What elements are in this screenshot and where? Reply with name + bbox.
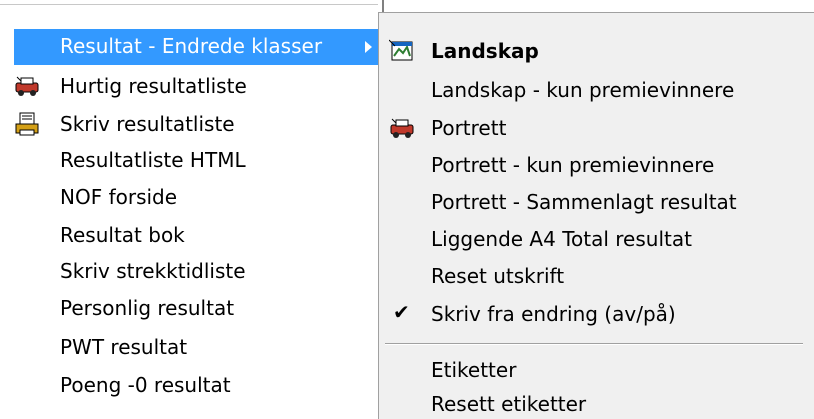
menu-item-label: NOF forside [60, 185, 178, 209]
background-edge [382, 0, 384, 12]
menu-item-skriv-strekktidliste[interactable]: Skriv strekktidliste [14, 254, 378, 290]
menu-item-resultatliste-html[interactable]: Resultatliste HTML [14, 143, 378, 179]
submenu-item-skriv-fra-endring[interactable]: ✔ Skriv fra endring (av/på) [379, 297, 813, 333]
submenu-item-etiketter[interactable]: Etiketter [379, 353, 813, 389]
submenu-item-label: Landskap [431, 39, 539, 63]
menu-item-hurtig-resultatliste[interactable]: Hurtig resultatliste [14, 69, 378, 105]
submenu-arrow-icon [365, 41, 372, 53]
menu-separator [385, 343, 803, 345]
menu-screenshot: Resultat - Endrede klasser Hurtig result… [0, 0, 814, 419]
submenu-item-label: Portrett - kun premievinnere [431, 153, 715, 177]
menu-item-label: Poeng -0 resultat [60, 373, 231, 397]
document-print-icon [14, 112, 40, 136]
submenu-item-liggende-a4-total-resultat[interactable]: Liggende A4 Total resultat [379, 222, 813, 258]
menu-item-pwt-resultat[interactable]: PWT resultat [14, 330, 378, 366]
menu-item-resultat-bok[interactable]: Resultat bok [14, 218, 378, 254]
landscape-print-icon [388, 39, 415, 63]
menu-item-label: Skriv strekktidliste [60, 259, 246, 283]
menu-item-skriv-resultatliste[interactable]: Skriv resultatliste [14, 107, 378, 143]
submenu-item-resett-etiketter[interactable]: Resett etiketter [379, 387, 813, 419]
submenu-item-label: Etiketter [431, 358, 517, 382]
menu-item-personlig-resultat[interactable]: Personlig resultat [14, 291, 378, 327]
menu-item-resultat-endrede-klasser[interactable]: Resultat - Endrede klasser [14, 29, 380, 65]
submenu-item-label: Resett etiketter [431, 392, 587, 416]
menu-item-label: PWT resultat [60, 335, 188, 359]
submenu-item-reset-utskrift[interactable]: Reset utskrift [379, 259, 813, 295]
submenu-item-portrett-sammenlagt-resultat[interactable]: Portrett - Sammenlagt resultat [379, 185, 813, 221]
submenu-item-label: Skriv fra endring (av/på) [431, 302, 676, 326]
car-print-icon [14, 74, 40, 98]
submenu-resultat-endrede-klasser: Landskap Landskap - kun premievinnere Po… [378, 12, 814, 419]
submenu-item-label: Liggende A4 Total resultat [431, 227, 692, 251]
submenu-item-landskap-kun-premievinnere[interactable]: Landskap - kun premievinnere [379, 73, 813, 109]
car-print-icon [389, 116, 415, 140]
submenu-item-label: Portrett - Sammenlagt resultat [431, 190, 737, 214]
menu-item-label: Skriv resultatliste [60, 112, 235, 136]
submenu-item-label: Landskap - kun premievinnere [431, 78, 735, 102]
menu-item-label: Hurtig resultatliste [60, 74, 247, 98]
submenu-item-label: Portrett [431, 116, 507, 140]
checkmark-icon: ✔ [393, 300, 410, 324]
menu-item-label: Resultatliste HTML [60, 148, 246, 172]
menu-item-label: Resultat bok [60, 223, 185, 247]
submenu-item-portrett[interactable]: Portrett [379, 111, 813, 147]
left-context-menu: Resultat - Endrede klasser Hurtig result… [0, 0, 380, 419]
menu-item-nof-forside[interactable]: NOF forside [14, 180, 378, 216]
menu-divider [0, 4, 378, 5]
submenu-item-label: Reset utskrift [431, 264, 565, 288]
submenu-item-portrett-kun-premievinnere[interactable]: Portrett - kun premievinnere [379, 148, 813, 184]
menu-item-poeng-0-resultat[interactable]: Poeng -0 resultat [14, 368, 378, 404]
menu-item-label: Personlig resultat [60, 296, 235, 320]
menu-item-label: Resultat - Endrede klasser [60, 34, 323, 58]
submenu-item-landskap[interactable]: Landskap [379, 34, 813, 70]
